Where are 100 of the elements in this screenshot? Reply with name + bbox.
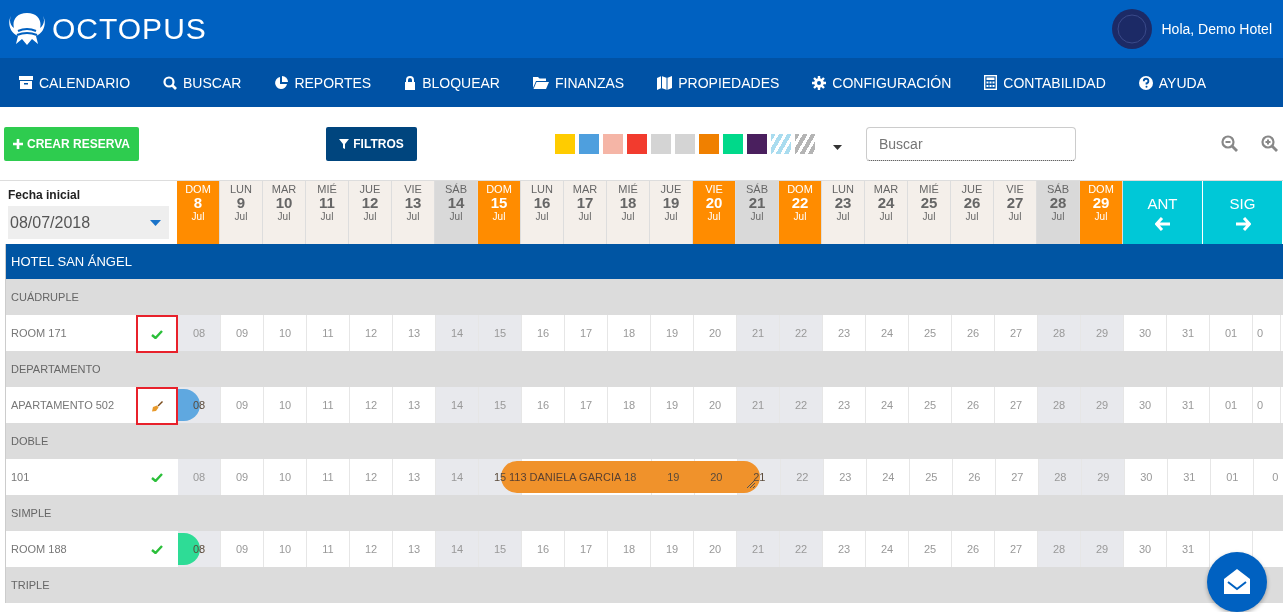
date-select[interactable]: 08/07/2018	[8, 206, 169, 239]
color-swatch[interactable]	[795, 133, 815, 154]
day-cell[interactable]: 15	[479, 387, 522, 423]
day-header: DOM 29 Jul	[1080, 181, 1123, 244]
day-cell[interactable]: 15	[479, 531, 522, 567]
nav-label[interactable]: REPORTES	[294, 74, 372, 91]
day-cell[interactable]: 28	[1038, 315, 1081, 351]
resize-grip-icon[interactable]	[746, 480, 755, 488]
nav-link[interactable]: PROPIEDADES	[657, 74, 780, 91]
next-button[interactable]: SIG	[1202, 181, 1282, 244]
search-field[interactable]: Buscar	[866, 126, 1076, 161]
day-cell[interactable]: 29	[1082, 459, 1126, 495]
day-cell[interactable]: 29	[1081, 531, 1124, 567]
user-greeting[interactable]: Hola, Demo Hotel	[1161, 21, 1272, 37]
day-cell[interactable]: 29	[1081, 387, 1124, 423]
day-number[interactable]: 19	[667, 471, 680, 483]
day-cell[interactable]: 28	[1038, 531, 1081, 567]
color-swatch[interactable]	[699, 133, 719, 154]
brand-name: OCTOPUS	[52, 12, 207, 46]
nav-label[interactable]: CALENDARIO	[39, 74, 131, 91]
day-cell[interactable]: 14	[436, 459, 479, 495]
category-name: SIMPLE	[11, 507, 52, 519]
day-header: JUE 12 Jul	[349, 181, 392, 244]
nav-label[interactable]: PROPIEDADES	[678, 74, 780, 91]
day-header: SÁB 14 Jul	[435, 181, 478, 244]
zoom-in-icon[interactable]	[1261, 135, 1278, 152]
day-cell[interactable]: 21	[737, 387, 780, 423]
day-header: DOM 22 Jul	[779, 181, 822, 244]
color-swatch[interactable]	[603, 133, 623, 154]
plus-icon	[13, 138, 24, 149]
nav-link[interactable]: CALENDARIO	[19, 74, 131, 91]
day-cell[interactable]: 22	[780, 315, 823, 351]
color-swatch[interactable]	[747, 133, 767, 154]
start-date-label: Fecha inicial	[8, 188, 82, 202]
day-cell[interactable]: 28	[1038, 387, 1081, 423]
nav-label[interactable]: BUSCAR	[183, 74, 242, 91]
nav-label[interactable]: CONTABILIDAD	[1003, 74, 1106, 91]
filters-button[interactable]: FILTROS	[326, 126, 417, 161]
calculator-icon	[984, 75, 998, 90]
day-header: DOM 8 Jul	[177, 181, 220, 244]
settings-icon	[812, 75, 827, 90]
map-icon	[657, 75, 673, 90]
day-cell[interactable]: 22	[781, 459, 825, 495]
caret-icon[interactable]	[833, 145, 842, 150]
day-cell[interactable]: 08	[178, 459, 221, 495]
day-cell[interactable]: 29	[1081, 315, 1124, 351]
day-number[interactable]: 20	[710, 471, 723, 483]
day-cell[interactable]: 15	[479, 315, 522, 351]
day-header: MAR 10 Jul	[263, 181, 306, 244]
color-swatch[interactable]	[771, 133, 791, 154]
day-header: MAR 24 Jul	[865, 181, 908, 244]
day-header: MIÉ 18 Jul	[607, 181, 650, 244]
day-cell[interactable]: 14	[436, 315, 479, 351]
room-name: ROOM 171	[11, 327, 67, 339]
nav-label[interactable]: BLOQUEAR	[422, 74, 500, 91]
day-cell[interactable]: 21	[737, 315, 780, 351]
day-cell[interactable]: 22	[780, 531, 823, 567]
day-cell[interactable]: 08	[178, 315, 221, 351]
caret-icon	[150, 219, 161, 226]
day-header: SÁB 21 Jul	[736, 181, 779, 244]
day-cell[interactable]: 14	[436, 387, 479, 423]
search-icon	[163, 75, 178, 90]
color-swatch[interactable]	[555, 133, 575, 154]
create-reservation-button[interactable]: CREAR RESERVA	[4, 126, 139, 161]
color-swatch[interactable]	[723, 133, 743, 154]
archive-box-icon	[19, 76, 33, 89]
nav-link[interactable]: REPORTES	[274, 74, 372, 91]
nav-link[interactable]: CONTABILIDAD	[984, 74, 1106, 91]
zoom-out-icon[interactable]	[1221, 135, 1238, 152]
color-swatch[interactable]	[675, 133, 695, 154]
pie-chart-icon	[274, 75, 289, 90]
hotel-name: HOTEL SAN ÁNGEL	[11, 254, 132, 269]
day-header: MAR 17 Jul	[564, 181, 607, 244]
day-cell[interactable]: 21	[737, 531, 780, 567]
folder-icon	[532, 76, 549, 89]
day-header: VIE 13 Jul	[392, 181, 435, 244]
previous-button[interactable]: ANT	[1123, 181, 1202, 244]
day-header: JUE 26 Jul	[951, 181, 994, 244]
day-number[interactable]: 18	[624, 471, 637, 483]
booking-label: 113 DANIELA GARCIA	[509, 471, 622, 483]
color-swatch[interactable]	[651, 133, 671, 154]
category-name: DEPARTAMENTO	[11, 363, 101, 375]
nav-link[interactable]: BLOQUEAR	[404, 74, 500, 91]
category-name: TRIPLE	[11, 579, 50, 591]
lock-icon	[404, 75, 417, 90]
nav-label[interactable]: FINANZAS	[554, 74, 625, 91]
room-name: APARTAMENTO 502	[11, 399, 115, 411]
day-cell[interactable]: 22	[780, 387, 823, 423]
room-name: 101	[11, 471, 30, 483]
color-swatch[interactable]	[579, 133, 599, 154]
nav-link[interactable]: BUSCAR	[163, 74, 242, 91]
day-header: LUN 9 Jul	[220, 181, 263, 244]
color-swatch[interactable]	[627, 133, 647, 154]
nav-link[interactable]: FINANZAS	[532, 74, 625, 91]
day-cell[interactable]: 28	[1039, 459, 1083, 495]
nav-link[interactable]: AYUDA	[1138, 74, 1206, 91]
room-name: ROOM 188	[11, 543, 67, 555]
nav-label[interactable]: AYUDA	[1158, 74, 1206, 91]
arrow-right-icon	[1234, 216, 1251, 231]
day-cell[interactable]: 14	[436, 531, 479, 567]
